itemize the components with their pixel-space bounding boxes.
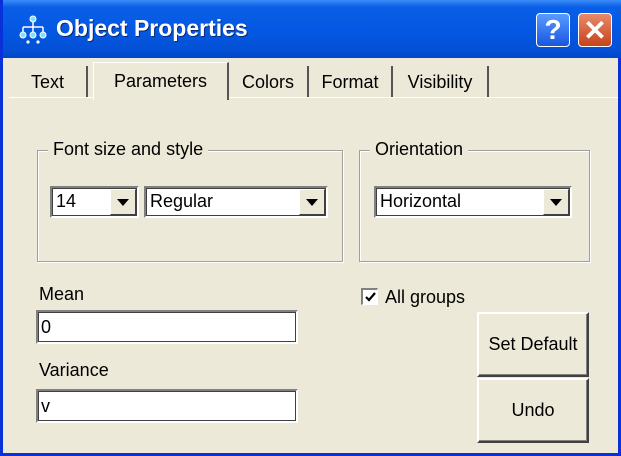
font-size-style-group: Font size and style 14 Regular bbox=[37, 139, 343, 262]
orientation-group: Orientation Horizontal bbox=[359, 139, 590, 262]
tab-colors-label: Colors bbox=[241, 71, 294, 92]
help-icon: ? bbox=[544, 14, 562, 45]
object-tree-icon bbox=[19, 15, 47, 44]
parameters-panel: Font size and style 14 Regular Orientati… bbox=[9, 97, 618, 447]
variance-label: Variance bbox=[39, 360, 109, 380]
tab-text-label: Text bbox=[30, 71, 64, 92]
close-button[interactable]: ✕ bbox=[578, 13, 612, 47]
variance-value: v bbox=[41, 396, 50, 416]
chevron-down-icon[interactable] bbox=[543, 189, 569, 215]
variance-input[interactable]: v bbox=[36, 389, 298, 423]
undo-label: Undo bbox=[511, 400, 555, 420]
orientation-group-label: Orientation bbox=[370, 139, 469, 160]
orientation-select[interactable]: Horizontal bbox=[374, 186, 572, 218]
help-button[interactable]: ? bbox=[536, 13, 570, 47]
tab-visibility[interactable]: Visibility bbox=[393, 66, 489, 98]
tab-format-label: Format bbox=[321, 71, 379, 92]
font-style-value: Regular bbox=[150, 191, 214, 211]
set-default-button[interactable]: Set Default bbox=[477, 312, 589, 377]
mean-value: 0 bbox=[41, 317, 52, 337]
undo-button[interactable]: Undo bbox=[477, 378, 589, 443]
tab-text[interactable]: Text bbox=[9, 66, 88, 98]
mean-input[interactable]: 0 bbox=[36, 310, 298, 344]
set-default-label: Set Default bbox=[488, 334, 578, 354]
font-size-value: 14 bbox=[56, 191, 77, 211]
font-size-select[interactable]: 14 bbox=[50, 186, 139, 218]
tab-parameters-label: Parameters bbox=[113, 71, 208, 91]
title-bar[interactable]: Object Properties ? ✕ bbox=[3, 0, 621, 58]
font-group-label: Font size and style bbox=[48, 139, 209, 160]
tab-format[interactable]: Format bbox=[309, 66, 393, 98]
all-groups-checkbox[interactable] bbox=[361, 288, 378, 305]
tab-strip: Text Parameters Colors Format Visibility bbox=[9, 62, 618, 100]
tab-visibility-label: Visibility bbox=[407, 71, 473, 92]
mean-label: Mean bbox=[39, 284, 85, 304]
chevron-down-icon[interactable] bbox=[299, 189, 325, 215]
font-style-select[interactable]: Regular bbox=[144, 186, 328, 218]
checkmark-icon bbox=[364, 292, 376, 302]
chevron-down-icon[interactable] bbox=[110, 189, 136, 215]
all-groups-label[interactable]: All groups bbox=[385, 287, 465, 308]
window-title: Object Properties bbox=[56, 15, 248, 41]
object-properties-window: Object Properties ? ✕ Text Parameters Co… bbox=[0, 0, 621, 456]
tab-parameters[interactable]: Parameters bbox=[93, 62, 229, 100]
tab-colors[interactable]: Colors bbox=[229, 66, 309, 98]
orientation-value: Horizontal bbox=[380, 191, 462, 211]
close-icon: ✕ bbox=[583, 14, 607, 46]
